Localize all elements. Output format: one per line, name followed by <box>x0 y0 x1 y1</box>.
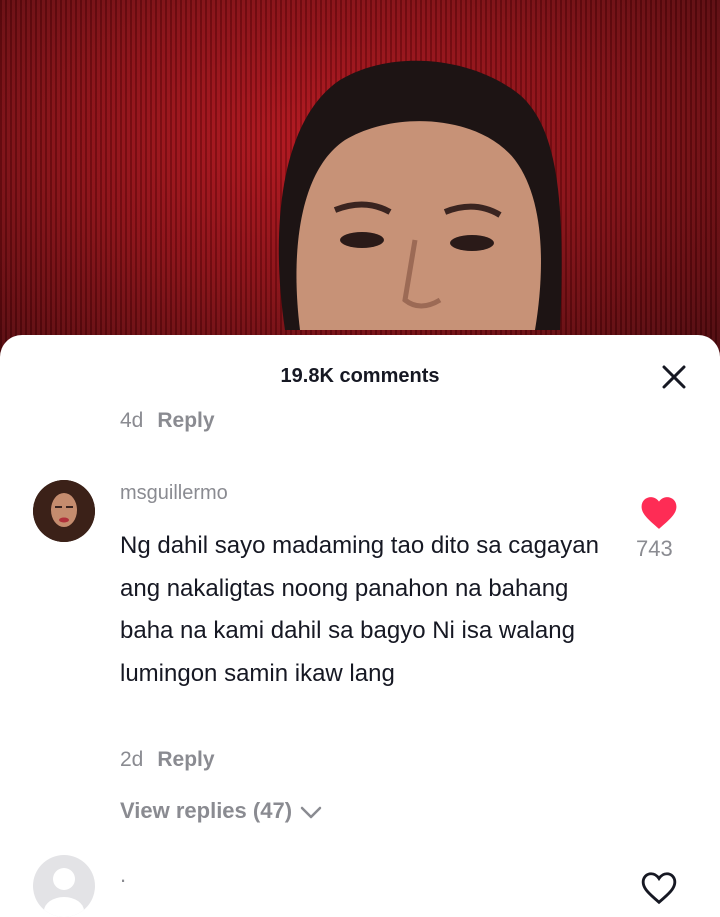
comment-username[interactable]: msguillermo <box>120 482 228 505</box>
heart-outline-icon <box>641 872 677 905</box>
view-replies-button[interactable]: View replies (47) <box>120 798 322 824</box>
reply-button[interactable]: Reply <box>157 748 214 771</box>
avatar[interactable] <box>33 480 95 542</box>
like-button-next[interactable] <box>640 870 678 906</box>
comments-count-title: 19.8K comments <box>280 365 440 387</box>
view-replies-label: View replies (47) <box>120 798 293 823</box>
next-comment-text: . <box>120 862 127 887</box>
avatar-image <box>33 480 95 542</box>
previous-comment-time: 4d <box>120 409 144 432</box>
video-frame-image <box>278 60 562 330</box>
avatar-default[interactable] <box>33 855 95 917</box>
previous-reply-button[interactable]: Reply <box>157 409 214 432</box>
chevron-down-icon <box>300 806 322 819</box>
like-count: 743 <box>636 536 673 561</box>
close-icon <box>662 365 686 389</box>
like-button[interactable] <box>640 495 678 531</box>
default-avatar-icon <box>44 868 84 917</box>
previous-comment-meta: 4d Reply <box>120 409 215 433</box>
comment-meta: 2d Reply <box>120 748 215 772</box>
video-player[interactable] <box>0 0 720 360</box>
comment-time: 2d <box>120 748 144 771</box>
comments-panel: 19.8K comments 4d Reply msguillermo Ng da… <box>0 335 720 917</box>
close-button[interactable] <box>660 363 688 391</box>
comment-text: Ng dahil sayo madaming tao dito sa cagay… <box>120 532 599 687</box>
heart-filled-icon <box>641 497 677 529</box>
